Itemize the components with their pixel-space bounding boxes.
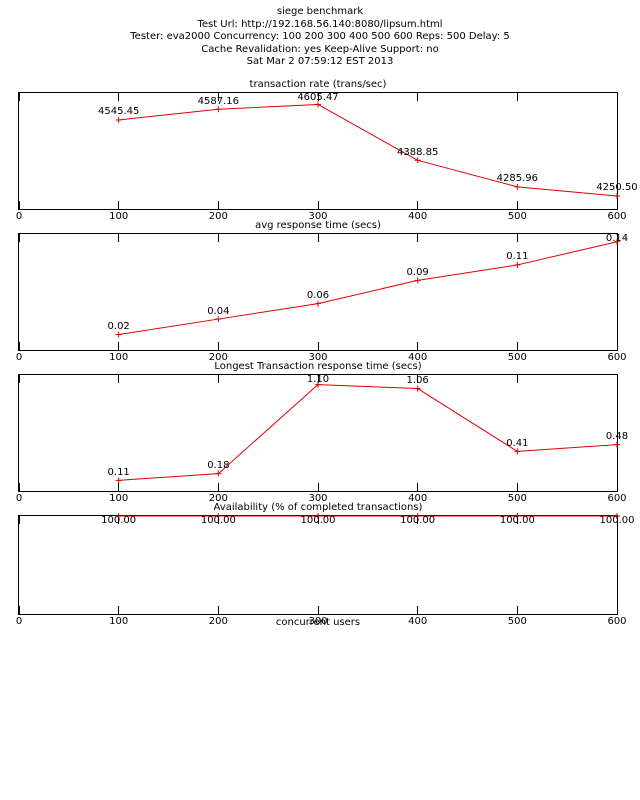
data-label: 100.00 xyxy=(301,515,336,526)
data-label: 0.18 xyxy=(207,460,229,471)
data-label: 1.10 xyxy=(307,374,329,385)
header-line-params: Tester: eva2000 Concurrency: 100 200 300… xyxy=(0,31,640,44)
x-tick-label: 200 xyxy=(209,616,228,627)
data-label: 100.00 xyxy=(201,515,236,526)
data-label: 4587.16 xyxy=(198,96,239,107)
x-tick-label: 600 xyxy=(607,616,626,627)
data-label: 100.00 xyxy=(600,515,635,526)
chart-avg-response: avg response time (secs) 010020030040050… xyxy=(18,220,618,351)
data-label: 4388.85 xyxy=(397,147,438,158)
chart-transaction-rate: transaction rate (trans/sec) 01002003004… xyxy=(18,79,618,210)
x-tick-label: 100 xyxy=(109,616,128,627)
chart-title: transaction rate (trans/sec) xyxy=(18,79,618,90)
header-line-cache: Cache Revalidation: yes Keep-Alive Suppo… xyxy=(0,44,640,57)
data-label: 0.48 xyxy=(606,431,628,442)
header-line-date: Sat Mar 2 07:59:12 EST 2013 xyxy=(0,56,640,69)
x-tick-label: 0 xyxy=(16,616,22,627)
data-label: 0.41 xyxy=(506,438,528,449)
data-label: 100.00 xyxy=(500,515,535,526)
figure-header: siege benchmark Test Url: http://192.168… xyxy=(0,6,640,69)
header-line-url: Test Url: http://192.168.56.140:8080/lip… xyxy=(0,19,640,32)
plot-area: 01002003004005006004545.454587.164605.47… xyxy=(18,92,618,210)
chart-longest-transaction: Longest Transaction response time (secs)… xyxy=(18,361,618,492)
data-label: 0.09 xyxy=(407,267,429,278)
data-label: 4285.96 xyxy=(497,173,538,184)
data-label: 0.11 xyxy=(506,251,528,262)
data-label: 100.00 xyxy=(101,515,136,526)
data-label: 100.00 xyxy=(400,515,435,526)
data-label: 4250.50 xyxy=(596,182,637,193)
plot-area: 0100200300400500600100.00100.00100.00100… xyxy=(18,515,618,615)
data-label: 0.02 xyxy=(108,321,130,332)
chart-title: Availability (% of completed transaction… xyxy=(18,502,618,513)
data-label: 1.06 xyxy=(407,375,429,386)
chart-title: avg response time (secs) xyxy=(18,220,618,231)
plot-area: 01002003004005006000.020.040.060.090.110… xyxy=(18,233,618,351)
data-label: 4545.45 xyxy=(98,106,139,117)
chart-title: Longest Transaction response time (secs) xyxy=(18,361,618,372)
title: siege benchmark xyxy=(0,6,640,19)
data-label: 0.14 xyxy=(606,233,628,244)
chart-availability: Availability (% of completed transaction… xyxy=(18,502,618,628)
x-tick-label: 500 xyxy=(508,616,527,627)
plot-area: 01002003004005006000.110.181.101.060.410… xyxy=(18,374,618,492)
data-label: 0.06 xyxy=(307,290,329,301)
x-tick-label: 300 xyxy=(308,616,327,627)
data-label: 0.11 xyxy=(108,467,130,478)
data-label: 4605.47 xyxy=(297,92,338,103)
data-series xyxy=(19,516,617,614)
data-label: 0.04 xyxy=(207,306,229,317)
x-tick-label: 400 xyxy=(408,616,427,627)
